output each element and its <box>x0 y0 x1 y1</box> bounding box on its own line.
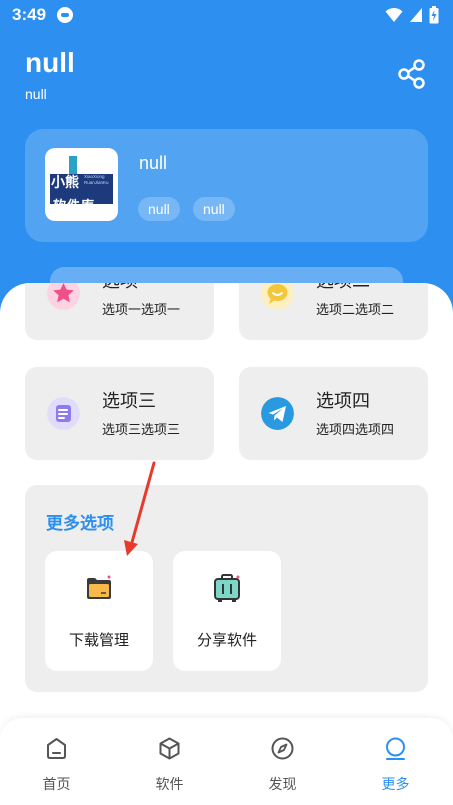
note-icon <box>47 397 80 430</box>
status-icons <box>385 6 439 24</box>
share-icon <box>398 59 425 89</box>
telegram-icon <box>261 397 294 430</box>
logo-text-bottom: 软件库 <box>53 199 96 214</box>
more-item-label: 分享软件 <box>196 631 257 649</box>
option-subtitle: 选项二选项二 <box>316 303 395 318</box>
tab-discover[interactable]: 发现 <box>226 718 339 805</box>
option-title: 选项三 <box>102 391 156 412</box>
option-card-2[interactable]: 选项二 选项二选项二 <box>239 283 428 340</box>
tab-more[interactable]: 更多 <box>339 718 452 805</box>
more-icon <box>386 737 405 760</box>
option-subtitle: 选项四选项四 <box>316 423 395 438</box>
suitcase-icon <box>214 574 240 602</box>
download-manager-button[interactable]: 下载管理 <box>45 551 153 671</box>
option-card-1[interactable]: 选项一 选项一选项一 <box>25 283 214 340</box>
more-item-label: 下载管理 <box>68 631 129 649</box>
battery-icon <box>429 6 439 24</box>
annotation-arrow <box>124 461 156 556</box>
tab-label: 更多 <box>381 777 410 793</box>
more-options-section: 更多选项 下载管理 分享软件 <box>25 485 428 692</box>
wifi-icon <box>385 7 403 22</box>
notification-icon <box>57 7 73 23</box>
logo-text-main: 小熊 <box>51 175 79 191</box>
share-app-button[interactable]: 分享软件 <box>173 551 281 671</box>
app-tag: null <box>138 197 180 221</box>
star-icon <box>47 283 80 310</box>
page-subtitle: null <box>25 86 47 102</box>
option-title: 选项四 <box>316 391 370 412</box>
option-card-3[interactable]: 选项三 选项三选项三 <box>25 367 214 460</box>
option-subtitle: 选项三选项三 <box>102 423 181 438</box>
compass-icon <box>271 737 294 760</box>
chat-bubble-icon <box>261 283 294 310</box>
cube-icon <box>159 737 180 760</box>
tab-label: 首页 <box>42 777 71 793</box>
status-time: 3:49 <box>12 5 47 24</box>
signal-icon <box>410 8 422 22</box>
tab-home[interactable]: 首页 <box>0 718 113 805</box>
status-bar: 3:49 <box>0 0 453 30</box>
more-options-title: 更多选项 <box>46 514 114 534</box>
tab-label: 发现 <box>268 777 297 793</box>
option-title: 选项一 <box>102 283 156 293</box>
logo-text-small: XiaoXiong RuanJianKu <box>84 174 109 186</box>
app-name: null <box>139 153 168 173</box>
app-info-card[interactable]: 小熊 XiaoXiong RuanJianKu 软件库 null null nu… <box>25 129 428 242</box>
tab-software[interactable]: 软件 <box>113 718 226 805</box>
home-icon <box>47 738 66 759</box>
page-title: null <box>25 47 75 78</box>
folder-icon <box>87 575 111 599</box>
option-title: 选项二 <box>316 283 370 293</box>
app-tag: null <box>193 197 235 221</box>
option-card-4[interactable]: 选项四 选项四选项四 <box>239 367 428 460</box>
tab-label: 软件 <box>155 777 184 793</box>
bottom-tab-bar: 首页 软件 发现 更多 <box>0 718 453 805</box>
option-subtitle: 选项一选项一 <box>102 303 181 318</box>
logo-text-small-2: RuanJianKu <box>84 180 109 185</box>
app-logo: 小熊 XiaoXiong RuanJianKu 软件库 <box>45 148 118 221</box>
share-button[interactable] <box>396 58 428 90</box>
